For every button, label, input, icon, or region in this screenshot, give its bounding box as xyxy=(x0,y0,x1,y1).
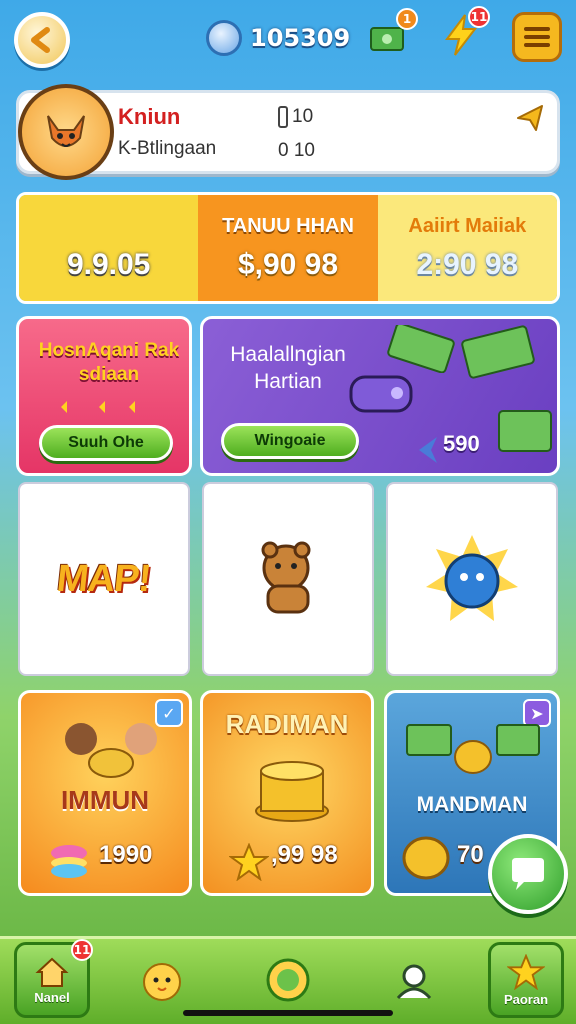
kids-coins-icon xyxy=(65,723,157,778)
shop-card-radiman-price: ,99 98 xyxy=(271,841,338,868)
shop-card-radiman-title: RADIMAN xyxy=(225,709,349,739)
back-button[interactable] xyxy=(14,12,70,68)
home-indicator[interactable] xyxy=(183,1010,393,1016)
coin-stack-icon xyxy=(255,761,329,822)
promo-right-card[interactable]: Haalallngian Hartian Wingoaie 590 xyxy=(200,316,560,476)
cash-badge: 1 xyxy=(396,8,418,30)
promo-left-title: HosnAqani Rak sdiaan xyxy=(38,340,180,385)
profile-name: Kniun xyxy=(118,104,181,129)
fox-avatar-icon xyxy=(47,115,85,147)
gold-coin-icon xyxy=(402,836,450,880)
rates-strip: 9.9.05 TANUU HHAN $,90 98 Aaiirt Maiiak … xyxy=(16,192,560,304)
star-icon xyxy=(507,953,545,990)
shop-card-mandman-title: MANDMAN xyxy=(416,793,528,816)
cash-coins-icon xyxy=(406,724,540,774)
chat-bubble-icon xyxy=(512,858,544,890)
profile-stat-2-value: 0 10 xyxy=(278,140,315,161)
cash-bill-icon xyxy=(461,325,535,379)
profile-stat-1-value: 10 xyxy=(292,106,314,127)
bear-icon xyxy=(261,541,311,614)
chick-icon xyxy=(143,963,181,1001)
rate-2-title: TANUU HHAN xyxy=(222,214,354,237)
promo-left-button[interactable]: Suuh Ohe xyxy=(39,425,173,461)
blue-creature-icon xyxy=(426,535,518,621)
shop-card-mandman-price: 70 xyxy=(457,841,484,868)
avatar[interactable] xyxy=(18,84,114,180)
promo-left-card[interactable]: HosnAqani Rak sdiaan Suuh Ohe xyxy=(16,316,192,476)
shop-card-immun-title: IMMUN xyxy=(60,785,150,815)
sparkle-arrows-icon xyxy=(61,401,135,413)
shop-card-immun[interactable]: ✓ IMMUN 1990 xyxy=(18,690,192,896)
tile-map[interactable]: MAP! xyxy=(18,482,190,676)
gem-coin-icon xyxy=(206,20,242,56)
battery-icon xyxy=(278,106,288,128)
profile-stat-1: 10 xyxy=(278,106,313,128)
shop-card-immun-price: 1990 xyxy=(99,841,153,868)
tile-bear[interactable] xyxy=(202,482,374,676)
chat-icon xyxy=(266,958,310,1002)
nav-profile[interactable] xyxy=(384,942,444,1018)
arrow-left-icon xyxy=(31,27,50,53)
send-arrow-icon xyxy=(517,105,543,131)
cash-bill-icon xyxy=(387,325,455,373)
promo-right-price: 590 xyxy=(443,431,480,456)
profile-subtitle: K-Btlingaan xyxy=(118,138,217,159)
coin-counter: 105309 xyxy=(206,14,350,62)
nav-home-label: Nanel xyxy=(34,989,70,1005)
hamburger-menu-icon xyxy=(524,27,550,47)
nav-ranking[interactable]: Paoran xyxy=(488,942,564,1018)
diamond-arrow-icon xyxy=(419,437,437,463)
rate-panel-1[interactable]: 9.9.05 xyxy=(19,195,199,301)
energy-button[interactable]: 11 xyxy=(438,6,490,58)
rate-1-value: 9.9.05 xyxy=(66,248,151,281)
profile-stat-2: 0 10 xyxy=(278,140,315,162)
menu-button[interactable] xyxy=(512,12,562,62)
energy-badge: 11 xyxy=(468,6,490,28)
top-bar: 105309 1 11 xyxy=(0,0,576,80)
promo-right-button[interactable]: Wingoaie xyxy=(221,423,359,459)
nav-home[interactable]: Nanel 11 xyxy=(14,939,93,1018)
shop-card-radiman[interactable]: RADIMAN ,99 98 xyxy=(200,690,374,896)
rate-panel-3[interactable]: Aaiirt Maiiak 2:90 98 xyxy=(377,195,557,301)
rate-panel-2[interactable]: TANUU HHAN $,90 98 xyxy=(198,195,378,301)
cash-shop-button[interactable]: 1 xyxy=(366,8,418,60)
chat-floating-button[interactable] xyxy=(488,834,568,914)
tile-creature[interactable] xyxy=(386,482,558,676)
share-button[interactable] xyxy=(514,102,546,134)
coin-count: 105309 xyxy=(250,24,351,52)
nav-home-badge: 11 xyxy=(71,939,93,961)
map-logo: MAP! xyxy=(55,557,153,600)
home-icon xyxy=(35,957,69,987)
rocket-icon xyxy=(349,375,413,413)
nav-pet[interactable] xyxy=(132,942,192,1018)
rate-2-value: $,90 98 xyxy=(237,247,339,281)
profile-icon xyxy=(396,964,432,1000)
nav-ranking-label: Paoran xyxy=(503,991,549,1007)
star-icon xyxy=(229,843,269,881)
rate-3-value: 2:90 98 xyxy=(416,247,519,281)
nav-chat[interactable] xyxy=(258,942,318,1018)
macaron-icon xyxy=(51,845,87,878)
cash-stack-icon xyxy=(498,410,552,452)
rate-3-title: Aaiirt Maiiak xyxy=(408,214,527,237)
